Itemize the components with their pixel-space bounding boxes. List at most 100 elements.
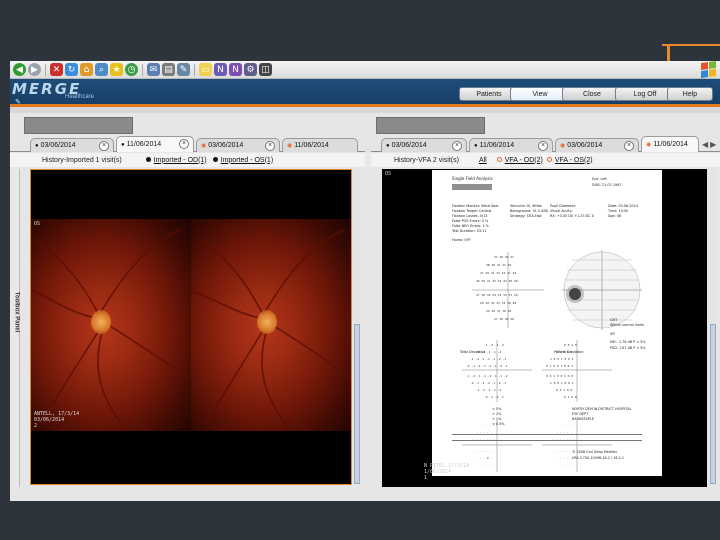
tab-visit[interactable]: ● 03/06/2014 × — [30, 138, 114, 152]
vfa-report-page: Single Field Analysis Eye: Left DOB: 21-… — [432, 170, 662, 476]
report-param: Fixation Target: Central — [452, 209, 492, 213]
tab-right-arrow-icon[interactable]: ▶ — [710, 140, 716, 149]
help-button[interactable]: Help — [667, 87, 713, 101]
screenshot-icon[interactable]: ◫ — [259, 63, 272, 76]
svg-text:· · · · ·: · · · · · — [556, 456, 572, 460]
back-icon[interactable]: ◀ — [13, 63, 26, 76]
svg-text:26 29 31 33 34 32 30 28: 26 29 31 33 34 32 30 28 — [476, 279, 518, 283]
visit-bullet-icon: ● — [386, 142, 390, 149]
legend-item: < 0.5% — [492, 422, 505, 426]
report-title: Single Field Analysis — [452, 176, 493, 181]
tab-label: 03/06/2014 — [40, 142, 76, 149]
vfa-report-viewer[interactable]: OS Single Field Analysis Eye: Left DOB: … — [382, 169, 707, 487]
right-scrollbar[interactable] — [710, 169, 716, 485]
logoff-button[interactable]: Log Off — [615, 87, 675, 101]
report-param: Age: 46 — [608, 214, 622, 218]
report-param: Date: 03-06-2014 — [608, 204, 639, 208]
tab-label: 03/06/2014 — [208, 142, 244, 149]
tab-label: 03/06/2014 — [391, 142, 427, 149]
history-title: History-Imported 1 visit(s) — [42, 156, 122, 164]
close-tab-icon[interactable]: × — [179, 139, 189, 149]
visual-field-plots: 27 28 29 27 28 30 31 31 29 27 29 31 33 3… — [462, 250, 642, 472]
messenger-icon[interactable]: N — [214, 63, 227, 76]
close-tab-icon[interactable]: × — [624, 141, 634, 151]
tab-label: 11/06/2014 — [479, 142, 515, 149]
tab-label: 11/06/2014 — [653, 141, 688, 148]
total-deviation-label: Total Deviation — [460, 350, 486, 354]
refresh-icon[interactable]: ↻ — [65, 63, 78, 76]
filter-os[interactable]: Imported - OS(1) — [212, 157, 274, 164]
scrollbar-thumb[interactable] — [354, 324, 360, 484]
edit-icon[interactable]: ✎ — [177, 63, 190, 76]
svg-text:· · · ·: · · · · — [482, 463, 495, 467]
close-tab-icon[interactable]: × — [265, 141, 275, 151]
left-scrollbar[interactable] — [354, 169, 360, 485]
image-footer-date: 03/06/2014 — [34, 417, 65, 423]
stop-icon[interactable]: ✕ — [50, 63, 63, 76]
filter-os[interactable]: VFA - OS(2) — [546, 157, 593, 164]
svg-text:-2 -1 -1 -2 -1 -2 -1: -2 -1 -1 -2 -1 -2 -1 — [470, 381, 506, 385]
forward-icon[interactable]: ▶ — [28, 63, 41, 76]
filter-dot-icon — [212, 157, 218, 163]
research-icon[interactable]: N — [229, 63, 242, 76]
report-param: Background: 31.5 ASB — [510, 209, 548, 213]
toolbox-label: Toolbox Panel — [13, 291, 20, 333]
favorites-icon[interactable]: ★ — [110, 63, 123, 76]
filter-dot-icon — [496, 157, 502, 163]
print-icon[interactable]: ▤ — [162, 63, 175, 76]
retinal-vessels-graphic — [31, 228, 191, 430]
view-button[interactable]: View — [510, 87, 570, 101]
legend-item: < 1% — [492, 417, 502, 421]
scrollbar-thumb[interactable] — [710, 324, 716, 484]
visit-bullet-icon: ◉ — [560, 143, 566, 149]
svg-text:-2 -1 -2 -1: -2 -1 -2 -1 — [484, 395, 504, 399]
close-tab-icon[interactable]: × — [538, 141, 548, 151]
tab-visit[interactable]: ◉ 11/06/2014 — [282, 138, 358, 152]
svg-text:1 0 0 1 0 0 1: 1 0 0 1 0 0 1 — [550, 357, 574, 361]
wrench-icon[interactable]: ✎ — [15, 98, 21, 106]
tab-left-arrow-icon[interactable]: ◀ — [702, 140, 708, 149]
filter-link[interactable]: Imported - OS(1) — [221, 157, 274, 164]
home-icon[interactable]: ⌂ — [80, 63, 93, 76]
filter-all-link[interactable]: All — [479, 157, 487, 164]
toolbox-panel[interactable]: Toolbox Panel — [10, 169, 20, 487]
close-tab-icon[interactable]: × — [452, 141, 462, 151]
patient-info-box — [376, 117, 485, 134]
fundus-image-viewer[interactable]: OS ANTELL, 17/3/14 03/06/2014 2 — [30, 169, 352, 485]
left-visit-tabs: ● 03/06/2014 × ● 11/06/2014 × ◉ 03/06/20… — [10, 136, 365, 152]
legend-item: < 5% — [492, 407, 502, 411]
close-button[interactable]: Close — [562, 87, 622, 101]
report-divider — [452, 440, 642, 441]
tab-visit-active[interactable]: ● 11/06/2014 × — [116, 136, 194, 152]
filter-od[interactable]: VFA - OD(2) — [496, 157, 543, 164]
close-tab-icon[interactable]: × — [99, 141, 109, 151]
history-icon[interactable]: ◷ — [125, 63, 138, 76]
tab-visit[interactable]: ◉ 03/06/2014 × — [196, 138, 280, 152]
tab-visit[interactable]: ● 11/06/2014 × — [469, 138, 553, 152]
tab-visit[interactable]: ◉ 03/06/2014 × — [555, 138, 639, 152]
image-footer-date: 1/06/2014 — [424, 469, 452, 475]
svg-text:0 0 1 0: 0 0 1 0 — [564, 343, 577, 347]
fundus-photo[interactable] — [31, 219, 351, 431]
mail-icon[interactable]: ✉ — [147, 63, 160, 76]
filter-link[interactable]: Imported - OD(1) — [154, 157, 207, 164]
tab-visit-active[interactable]: ◉ 11/06/2014 — [641, 136, 699, 152]
filter-link[interactable]: VFA - OS(2) — [555, 157, 593, 164]
pattern-deviation-label: Pattern Deviation — [554, 350, 584, 354]
svg-text:-1 -2 -1 -2: -1 -2 -1 -2 — [484, 343, 504, 347]
right-visit-tabs: ● 03/06/2014 × ● 11/06/2014 × ◉ 03/06/20… — [371, 136, 720, 152]
legend-item: < 2% — [492, 412, 502, 416]
report-param: False POS Errors: 0 % — [452, 219, 489, 223]
search-icon[interactable]: ⌕ — [95, 63, 108, 76]
svg-text:-1 -2 -1 -1 -1 -2 -1: -1 -2 -1 -1 -1 -2 -1 — [470, 357, 506, 361]
svg-text:29 30 31 30 28: 29 30 31 30 28 — [486, 309, 511, 313]
tab-visit[interactable]: ● 03/06/2014 × — [381, 138, 467, 152]
tool-icon[interactable]: ⚙ — [244, 63, 257, 76]
windows-logo-icon — [701, 61, 716, 79]
filter-link[interactable]: VFA - OD(2) — [505, 157, 543, 164]
filter-od[interactable]: Imported - OD(1) — [145, 157, 207, 164]
tab-label: 11/06/2014 — [294, 142, 329, 149]
right-history-bar: History-VFA 2 visit(s) All VFA - OD(2) V… — [371, 153, 720, 167]
note-icon[interactable]: ▭ — [199, 63, 212, 76]
report-param: Stimulus: III, White — [510, 204, 542, 208]
